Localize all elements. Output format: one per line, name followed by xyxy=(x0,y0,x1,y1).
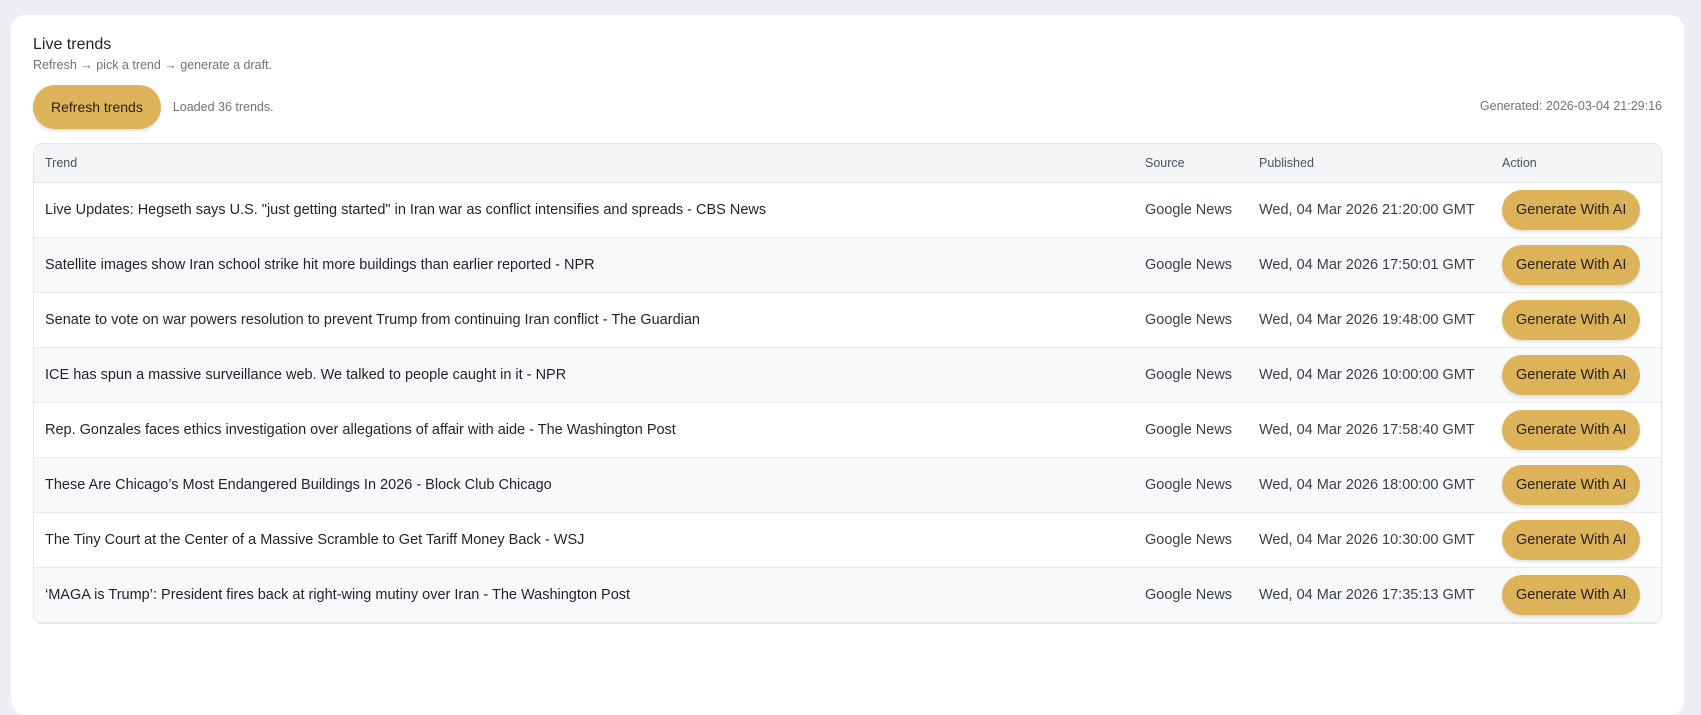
trends-table: Trend Source Published Action Live Updat… xyxy=(34,144,1661,623)
toolbar: Refresh trends Loaded 36 trends. Generat… xyxy=(33,85,1662,129)
trend-title: ‘MAGA is Trump’: President fires back at… xyxy=(34,567,1134,623)
trend-published: Wed, 04 Mar 2026 17:35:13 GMT xyxy=(1248,567,1491,623)
trend-source: Google News xyxy=(1134,457,1248,513)
trend-action-cell: Generate With AI xyxy=(1491,182,1661,238)
trend-source: Google News xyxy=(1134,567,1248,623)
trend-action-cell: Generate With AI xyxy=(1491,347,1661,403)
trend-source: Google News xyxy=(1134,237,1248,293)
trend-title: Live Updates: Hegseth says U.S. "just ge… xyxy=(34,182,1134,238)
trend-source: Google News xyxy=(1134,402,1248,458)
trend-action-cell: Generate With AI xyxy=(1491,237,1661,293)
generate-with-ai-button[interactable]: Generate With AI xyxy=(1502,355,1641,395)
trends-table-container: Trend Source Published Action Live Updat… xyxy=(33,143,1662,624)
table-row: Live Updates: Hegseth says U.S. "just ge… xyxy=(34,182,1661,238)
column-header-source: Source xyxy=(1134,144,1248,183)
table-header-row: Trend Source Published Action xyxy=(34,144,1661,183)
trend-title: ICE has spun a massive surveillance web.… xyxy=(34,347,1134,403)
trend-action-cell: Generate With AI xyxy=(1491,512,1661,568)
generated-timestamp: Generated: 2026-03-04 21:29:16 xyxy=(1479,99,1662,113)
trend-published: Wed, 04 Mar 2026 10:30:00 GMT xyxy=(1248,512,1491,568)
table-row: The Tiny Court at the Center of a Massiv… xyxy=(34,512,1661,568)
trend-published: Wed, 04 Mar 2026 10:00:00 GMT xyxy=(1248,347,1491,403)
load-status: Loaded 36 trends. xyxy=(172,100,274,114)
generate-with-ai-button[interactable]: Generate With AI xyxy=(1502,245,1641,285)
trend-published: Wed, 04 Mar 2026 19:48:00 GMT xyxy=(1248,292,1491,348)
table-row: Senate to vote on war powers resolution … xyxy=(34,292,1661,348)
trend-published: Wed, 04 Mar 2026 21:20:00 GMT xyxy=(1248,182,1491,238)
generate-with-ai-button[interactable]: Generate With AI xyxy=(1502,300,1641,340)
column-header-trend: Trend xyxy=(34,144,1134,183)
table-row: ‘MAGA is Trump’: President fires back at… xyxy=(34,567,1661,623)
refresh-trends-button[interactable]: Refresh trends xyxy=(33,85,161,129)
trend-source: Google News xyxy=(1134,292,1248,348)
generate-with-ai-button[interactable]: Generate With AI xyxy=(1502,465,1641,505)
generate-with-ai-button[interactable]: Generate With AI xyxy=(1502,410,1641,450)
trend-title: Senate to vote on war powers resolution … xyxy=(34,292,1134,348)
trend-action-cell: Generate With AI xyxy=(1491,292,1661,348)
trend-source: Google News xyxy=(1134,347,1248,403)
column-header-published: Published xyxy=(1248,144,1491,183)
generate-with-ai-button[interactable]: Generate With AI xyxy=(1502,520,1641,560)
page-title: Live trends xyxy=(33,36,112,53)
trend-action-cell: Generate With AI xyxy=(1491,402,1661,458)
table-row: ICE has spun a massive surveillance web.… xyxy=(34,347,1661,403)
page-subtitle: Refresh → pick a trend → generate a draf… xyxy=(33,58,273,72)
trend-action-cell: Generate With AI xyxy=(1491,567,1661,623)
trend-title: Rep. Gonzales faces ethics investigation… xyxy=(34,402,1134,458)
table-row: Rep. Gonzales faces ethics investigation… xyxy=(34,402,1661,458)
generate-with-ai-button[interactable]: Generate With AI xyxy=(1502,190,1641,230)
trend-title: The Tiny Court at the Center of a Massiv… xyxy=(34,512,1134,568)
trend-title: These Are Chicago’s Most Endangered Buil… xyxy=(34,457,1134,513)
trend-source: Google News xyxy=(1134,512,1248,568)
trends-panel: Live trends Refresh → pick a trend → gen… xyxy=(11,15,1684,715)
trend-published: Wed, 04 Mar 2026 17:50:01 GMT xyxy=(1248,237,1491,293)
table-row: These Are Chicago’s Most Endangered Buil… xyxy=(34,457,1661,513)
trend-source: Google News xyxy=(1134,182,1248,238)
trend-published: Wed, 04 Mar 2026 18:00:00 GMT xyxy=(1248,457,1491,513)
table-row: Satellite images show Iran school strike… xyxy=(34,237,1661,293)
trend-action-cell: Generate With AI xyxy=(1491,457,1661,513)
trend-title: Satellite images show Iran school strike… xyxy=(34,237,1134,293)
column-header-action: Action xyxy=(1491,144,1661,183)
generate-with-ai-button[interactable]: Generate With AI xyxy=(1502,575,1641,615)
trend-published: Wed, 04 Mar 2026 17:58:40 GMT xyxy=(1248,402,1491,458)
